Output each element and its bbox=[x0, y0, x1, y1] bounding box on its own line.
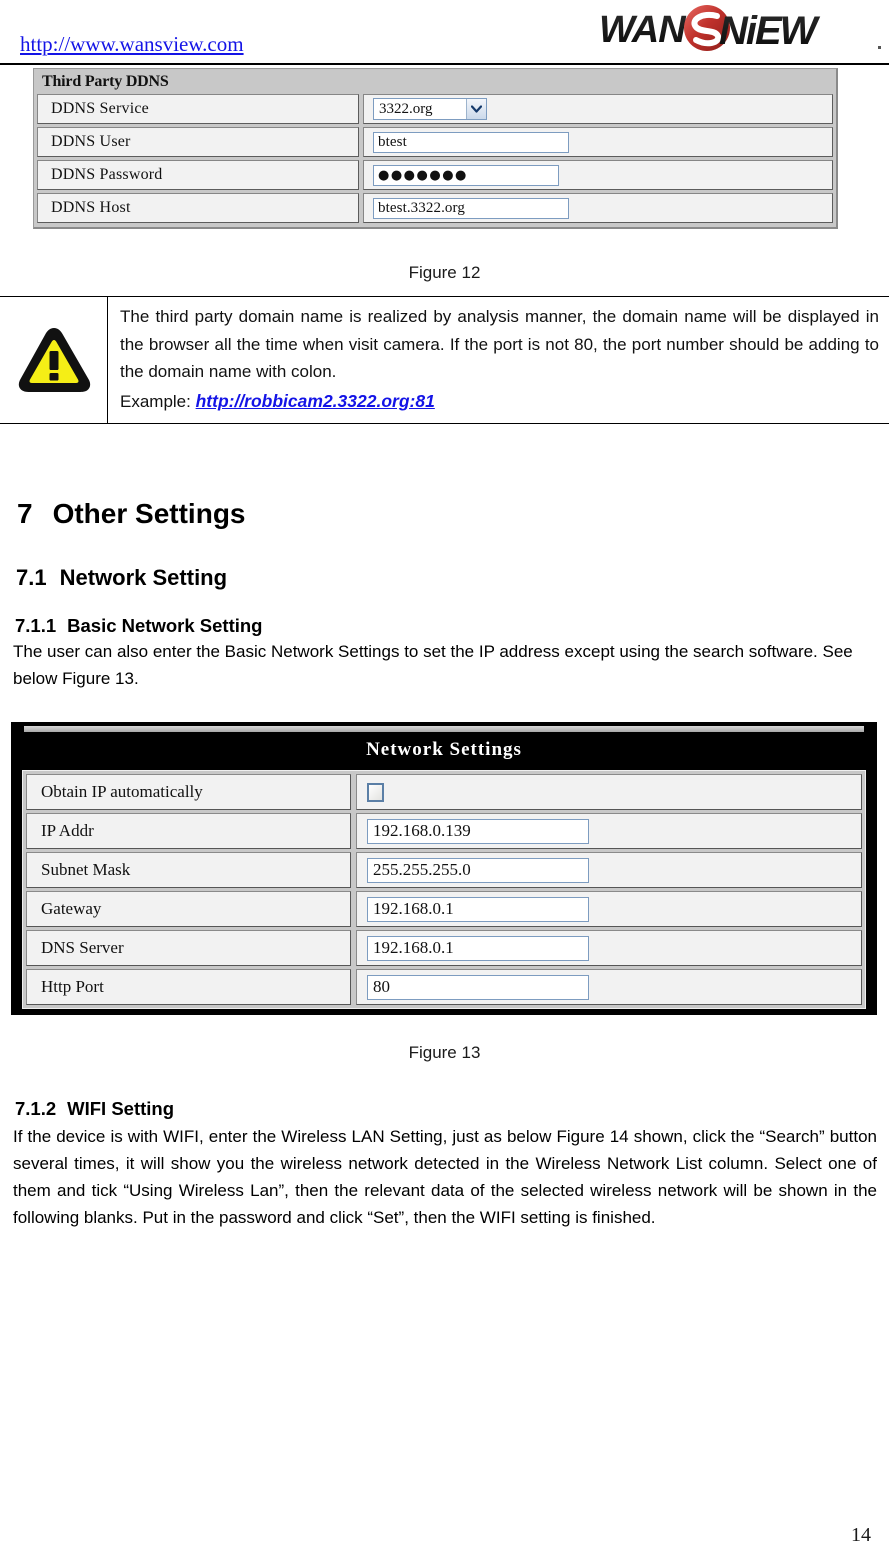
heading-71-network-setting: 7.1 Network Setting bbox=[16, 565, 877, 591]
network-settings-title: Network Settings bbox=[366, 739, 522, 760]
gateway-input[interactable]: 192.168.0.1 bbox=[367, 896, 589, 922]
obtain-ip-label: Obtain IP automatically bbox=[26, 774, 351, 810]
ddns-row-password: DDNS Password ●●●●●●● bbox=[37, 160, 833, 190]
warning-note-paragraph: The third party domain name is realized … bbox=[120, 307, 879, 382]
figure-13-caption: Figure 13 bbox=[408, 1043, 481, 1062]
ddns-user-input[interactable]: btest bbox=[373, 131, 569, 153]
heading-711-title: Basic Network Setting bbox=[67, 615, 263, 636]
ddns-row-host: DDNS Host btest.3322.org bbox=[37, 193, 833, 223]
ddns-password-field: ●●●●●●● bbox=[363, 160, 833, 190]
gateway-field: 192.168.0.1 bbox=[356, 891, 862, 927]
paragraph-712-body: If the device is with WIFI, enter the Wi… bbox=[13, 1127, 877, 1227]
ddns-user-field: btest bbox=[363, 127, 833, 157]
heading-712-title: WIFI Setting bbox=[67, 1098, 175, 1119]
warning-note-text: The third party domain name is realized … bbox=[108, 297, 889, 423]
ddns-password-input[interactable]: ●●●●●●● bbox=[373, 164, 559, 186]
chevron-down-icon[interactable] bbox=[466, 99, 486, 119]
http-port-label: Http Port bbox=[26, 969, 351, 1005]
paragraph-711-body: The user can also enter the Basic Networ… bbox=[13, 642, 853, 688]
warning-note-table: The third party domain name is realized … bbox=[0, 296, 889, 425]
ddns-host-input[interactable]: btest.3322.org bbox=[373, 197, 569, 219]
ip-addr-field: 192.168.0.139 bbox=[356, 813, 862, 849]
network-row-gateway: Gateway 192.168.0.1 bbox=[26, 891, 862, 927]
network-settings-form: Obtain IP automatically IP Addr 192.168.… bbox=[22, 770, 866, 1009]
http-port-field: 80 bbox=[356, 969, 862, 1005]
ddns-service-field: 3322.org bbox=[363, 94, 833, 124]
heading-711-number: 7.1.1 bbox=[15, 615, 57, 636]
example-prefix-label: Example: bbox=[120, 391, 196, 411]
page-number: 14 bbox=[851, 1524, 871, 1546]
network-row-subnet-mask: Subnet Mask 255.255.255.0 bbox=[26, 852, 862, 888]
example-url-link[interactable]: http://robbicam2.3322.org:81 bbox=[196, 391, 435, 411]
network-row-ip-addr: IP Addr 192.168.0.139 bbox=[26, 813, 862, 849]
logo-dot-decoration bbox=[878, 46, 881, 49]
ddns-service-select[interactable]: 3322.org bbox=[373, 98, 487, 120]
dns-server-input[interactable]: 192.168.0.1 bbox=[367, 935, 589, 961]
subnet-mask-input[interactable]: 255.255.255.0 bbox=[367, 857, 589, 883]
page-header: http://www.wansview.com WAN NiEW bbox=[0, 0, 889, 66]
section-712-block: 7.1.2 WIFI Setting If the device is with … bbox=[11, 1098, 877, 1231]
heading-712-number: 7.1.2 bbox=[15, 1098, 57, 1119]
third-party-ddns-panel: Third Party DDNS DDNS Service 3322.org D… bbox=[33, 68, 838, 229]
http-port-input[interactable]: 80 bbox=[367, 974, 589, 1000]
ddns-host-field: btest.3322.org bbox=[363, 193, 833, 223]
heading-711-basic-network-setting: 7.1.1 Basic Network Setting bbox=[15, 615, 877, 637]
heading-712-wifi-setting: 7.1.2 WIFI Setting bbox=[15, 1098, 877, 1120]
heading-7-other-settings: 7 Other Settings bbox=[17, 498, 877, 530]
network-row-http-port: Http Port 80 bbox=[26, 969, 862, 1005]
document-content: 7 Other Settings 7.1 Network Setting 7.1.1… bbox=[11, 440, 877, 693]
header-divider bbox=[0, 63, 889, 65]
heading-7-number: 7 bbox=[17, 498, 33, 529]
ddns-password-label: DDNS Password bbox=[37, 160, 359, 190]
svg-text:WAN: WAN bbox=[599, 9, 687, 51]
obtain-ip-field bbox=[356, 774, 862, 810]
dns-server-label: DNS Server bbox=[26, 930, 351, 966]
svg-text:NiEW: NiEW bbox=[719, 9, 821, 53]
warning-note-example: Example: http://robbicam2.3322.org:81 bbox=[120, 387, 879, 416]
heading-7-title: Other Settings bbox=[52, 498, 246, 529]
site-url-link[interactable]: http://www.wansview.com bbox=[20, 32, 244, 57]
ddns-host-label: DDNS Host bbox=[37, 193, 359, 223]
logo-svg: WAN NiEW bbox=[599, 5, 823, 53]
ddns-panel-title: Third Party DDNS bbox=[42, 73, 169, 90]
ip-addr-input[interactable]: 192.168.0.139 bbox=[367, 818, 589, 844]
network-row-obtain-ip: Obtain IP automatically bbox=[26, 774, 862, 810]
obtain-ip-checkbox[interactable] bbox=[367, 782, 384, 802]
network-row-dns-server: DNS Server 192.168.0.1 bbox=[26, 930, 862, 966]
ddns-user-label: DDNS User bbox=[37, 127, 359, 157]
ddns-password-masked-value: ●●●●●●● bbox=[378, 167, 468, 183]
wansview-logo: WAN NiEW bbox=[597, 2, 877, 58]
ddns-service-label: DDNS Service bbox=[37, 94, 359, 124]
ddns-row-service: DDNS Service 3322.org bbox=[37, 94, 833, 124]
heading-71-title: Network Setting bbox=[59, 565, 228, 590]
heading-71-number: 7.1 bbox=[16, 565, 47, 590]
subnet-mask-field: 255.255.255.0 bbox=[356, 852, 862, 888]
network-settings-panel: Network Settings Obtain IP automatically… bbox=[11, 722, 877, 1015]
dns-server-field: 192.168.0.1 bbox=[356, 930, 862, 966]
warning-triangle-icon bbox=[18, 328, 90, 393]
figure-12-caption: Figure 12 bbox=[408, 263, 481, 282]
ddns-service-value: 3322.org bbox=[379, 100, 433, 117]
gateway-label: Gateway bbox=[26, 891, 351, 927]
ddns-row-user: DDNS User btest bbox=[37, 127, 833, 157]
ip-addr-label: IP Addr bbox=[26, 813, 351, 849]
warning-icon-cell bbox=[0, 297, 108, 424]
subnet-mask-label: Subnet Mask bbox=[26, 852, 351, 888]
